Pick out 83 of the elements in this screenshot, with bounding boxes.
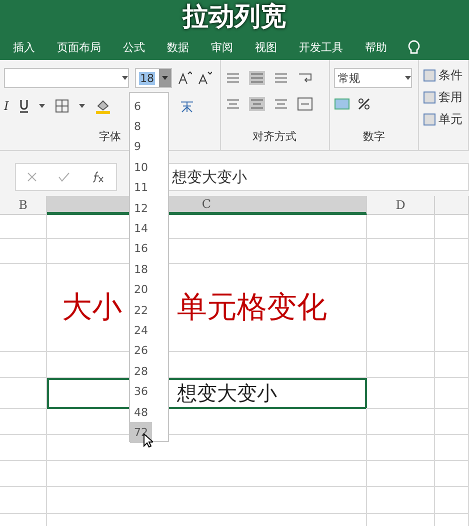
grid-cell xyxy=(367,378,435,409)
borders-icon[interactable] xyxy=(54,99,69,113)
grid-cell xyxy=(367,215,435,239)
grid-cell xyxy=(0,408,47,435)
ribbon-tab[interactable]: 帮助 xyxy=(354,40,398,55)
grow-font-icon[interactable] xyxy=(178,71,192,85)
currency-icon[interactable] xyxy=(334,97,350,111)
percent-icon[interactable] xyxy=(358,98,370,110)
grid-cell xyxy=(0,352,47,378)
grid-cell xyxy=(0,487,47,514)
ribbon-tab[interactable]: 公式 xyxy=(112,40,156,55)
group-label: 对齐方式 xyxy=(252,129,297,144)
font-size-option[interactable]: 10 xyxy=(130,157,152,178)
align-icon[interactable] xyxy=(224,71,241,85)
grid-cell xyxy=(435,408,469,435)
column-header[interactable]: B xyxy=(0,196,47,215)
grid-cell xyxy=(367,408,435,435)
styles-button[interactable]: 单元 xyxy=(423,110,462,128)
ribbon-tab[interactable]: 数据 xyxy=(156,40,200,55)
merge-icon[interactable] xyxy=(296,97,313,111)
align-icon[interactable] xyxy=(248,97,265,111)
grid-cell xyxy=(435,239,469,264)
italic-button[interactable]: I xyxy=(4,99,9,113)
table-icon xyxy=(423,90,436,104)
grid-cell xyxy=(0,239,47,264)
font-size-option[interactable]: 11 xyxy=(130,178,152,198)
grid-cell xyxy=(367,461,435,487)
grid-cell xyxy=(0,378,47,409)
video-caption: 拉动列宽 xyxy=(182,1,286,34)
grid-cell xyxy=(367,487,435,514)
grid-cell xyxy=(435,215,469,239)
grid-cell xyxy=(367,239,435,264)
table-icon xyxy=(423,112,436,126)
ribbon-tab[interactable]: 视图 xyxy=(244,40,288,55)
grid-cell xyxy=(0,215,47,239)
grid-cell xyxy=(367,435,435,461)
styles-button[interactable]: 套用 xyxy=(423,88,462,106)
ribbon-tab[interactable]: 审阅 xyxy=(200,40,244,55)
font-size-option[interactable]: 9 xyxy=(130,136,152,158)
font-name-field[interactable] xyxy=(4,68,129,88)
grid-cell xyxy=(435,435,469,461)
column-header[interactable]: D xyxy=(367,196,435,215)
font-size-option[interactable]: 8 xyxy=(130,116,152,137)
ribbon-tab[interactable]: 页面布局 xyxy=(46,40,112,55)
font-size-option[interactable]: 6 xyxy=(130,96,152,116)
cell-text: 想变大变小 xyxy=(177,380,277,407)
group-label: 数字 xyxy=(363,129,386,144)
grid-cell xyxy=(435,352,469,378)
grid-cell xyxy=(0,461,47,487)
table-icon xyxy=(423,68,436,82)
font-size-option[interactable]: 20 xyxy=(130,280,152,300)
caret-icon xyxy=(122,76,128,80)
number-format-field[interactable]: 常规 xyxy=(334,68,412,88)
fill-color-icon[interactable] xyxy=(94,98,111,114)
function-icon[interactable] xyxy=(91,171,106,183)
styles-button[interactable]: 条件 xyxy=(423,66,462,84)
align-icon[interactable] xyxy=(248,71,265,85)
caret-icon xyxy=(162,76,168,80)
ribbon-tab[interactable]: 插入 xyxy=(2,40,46,55)
caret-icon xyxy=(38,104,45,108)
grid-cell xyxy=(435,461,469,487)
font-size-option[interactable]: 14 xyxy=(130,218,152,239)
underline-icon[interactable] xyxy=(18,99,29,113)
align-icon[interactable] xyxy=(272,71,289,85)
font-size-option[interactable]: 24 xyxy=(130,320,152,341)
grid-cell xyxy=(0,435,47,461)
caret-icon xyxy=(78,104,85,108)
align-icon[interactable] xyxy=(272,97,289,111)
font-size-option[interactable]: 36 xyxy=(130,381,152,402)
shrink-font-icon[interactable] xyxy=(198,71,212,85)
caret-icon xyxy=(404,76,411,80)
grid-cell xyxy=(435,487,469,514)
cell-text: 单元格变化 xyxy=(177,289,327,327)
ribbon-tab[interactable]: 开发工具 xyxy=(288,40,354,55)
font-size-option[interactable]: 22 xyxy=(130,300,152,320)
grid-cell xyxy=(367,352,435,378)
lightbulb-icon[interactable] xyxy=(408,40,420,56)
cell-text: 大小 xyxy=(62,289,122,327)
font-size-option[interactable]: 16 xyxy=(130,238,152,260)
align-icon[interactable] xyxy=(224,97,241,111)
group-label: 字体 xyxy=(98,129,121,144)
font-size-field[interactable]: 18 xyxy=(135,68,172,88)
grid-cell xyxy=(435,378,469,409)
